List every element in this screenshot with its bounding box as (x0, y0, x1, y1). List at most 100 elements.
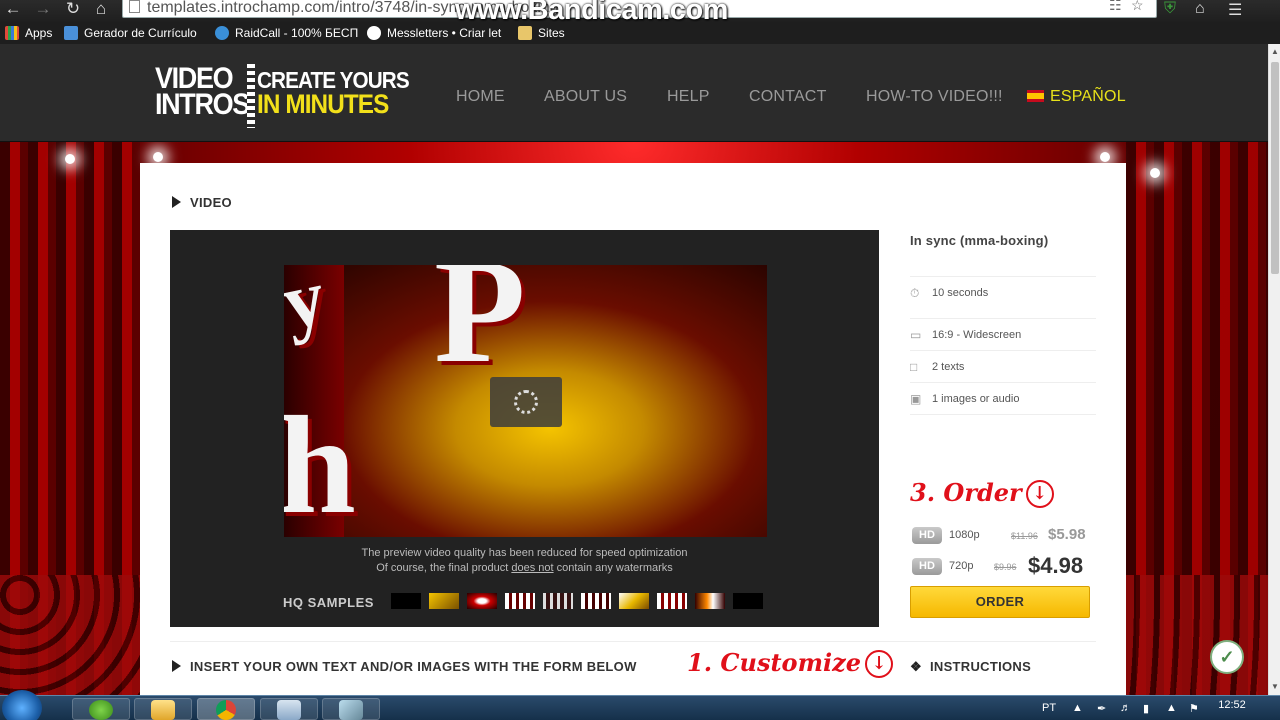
hq-sample-thumb[interactable] (467, 593, 497, 609)
stopwatch-icon: ⏱ (910, 286, 920, 300)
order-button[interactable]: ORDER (910, 586, 1090, 618)
video-frame[interactable]: P h y (284, 265, 767, 537)
logo[interactable]: VIDEO INTROS CREATE YOURS IN MINUTES (155, 62, 410, 128)
nav-espanol[interactable]: ESPAÑOL (1027, 88, 1126, 106)
spec-divider (910, 414, 1096, 415)
price-720p[interactable]: HD 720p $9.96 $4.98 (910, 553, 1110, 578)
spinner-icon (514, 390, 538, 414)
taskbar-app[interactable] (322, 698, 380, 720)
clock[interactable]: 12:52 (1212, 699, 1252, 711)
language-indicator[interactable]: PT (1042, 702, 1056, 714)
sparkle (1150, 168, 1160, 178)
scroll-up-icon[interactable]: ▲ (1271, 47, 1279, 56)
spec-texts: □ 2 texts (910, 350, 1096, 382)
page-icon (129, 0, 140, 13)
hq-samples-label: HQ SAMPLES (283, 595, 374, 610)
bookmark-sites[interactable]: Sites (518, 25, 565, 41)
apps-grid-icon (5, 26, 19, 40)
order-annotation: 3. Order ↓ (910, 478, 1054, 508)
bookmark-star-icon[interactable]: ☆ (1131, 0, 1144, 14)
chrome-icon (216, 700, 236, 720)
hq-sample-thumb[interactable] (543, 593, 573, 609)
new-price: $5.98 (1048, 526, 1086, 543)
play-triangle-icon (172, 660, 181, 672)
raidcall-icon (215, 26, 229, 40)
hq-sample-thumb[interactable] (695, 593, 725, 609)
new-price: $4.98 (1028, 553, 1084, 578)
puzzle-icon: ❖ (910, 659, 922, 674)
sparkle (1100, 152, 1110, 162)
preview-quality-note: The preview video quality has been reduc… (361, 547, 688, 559)
insert-section-toggle[interactable]: INSERT YOUR OWN TEXT AND/OR IMAGES WITH … (172, 659, 637, 674)
speech-bubble-icon: □ (910, 360, 918, 374)
pen-tray-icon[interactable]: ✒ (1097, 702, 1106, 715)
hd-badge: HD (912, 527, 942, 544)
bookmark-apps[interactable]: Apps (5, 25, 52, 41)
bookmark-gerador[interactable]: Gerador de Currículo (64, 25, 197, 41)
volume-icon[interactable]: ♬ (1120, 702, 1131, 714)
nav-home[interactable]: HOME (456, 88, 505, 106)
network-icon[interactable]: ▮ (1143, 702, 1149, 715)
bookmarks-bar: Apps Gerador de Currículo RaidCall - 100… (0, 22, 1280, 44)
page-scrollbar[interactable]: ▲ ▼ (1268, 44, 1280, 695)
translate-icon[interactable]: ☷ (1109, 0, 1122, 14)
google-icon (367, 26, 381, 40)
site-header: VIDEO INTROS CREATE YOURS IN MINUTES HOME… (0, 44, 1268, 142)
reload-icon[interactable]: ↻ (62, 0, 84, 20)
flag-tray-icon[interactable]: ⚑ (1189, 702, 1199, 715)
old-price: $9.96 (994, 562, 1017, 572)
hd-badge: HD (912, 558, 942, 575)
pen-icon (64, 26, 78, 40)
keyboard-icon (277, 700, 301, 720)
scroll-thumb[interactable] (1271, 62, 1279, 274)
power-icon[interactable]: ▲ (1166, 702, 1177, 714)
video-letter-h: h (284, 388, 356, 537)
spec-aspect: ▭ 16:9 - Widescreen (910, 318, 1096, 350)
taskbar-utorrent[interactable] (72, 698, 130, 720)
nav-contact[interactable]: CONTACT (749, 88, 827, 106)
utorrent-icon (89, 700, 113, 720)
forward-arrow-icon[interactable]: → (32, 0, 54, 20)
shield-extension-icon[interactable]: ⛨ (1164, 0, 1182, 18)
logo-right-text: CREATE YOURS IN MINUTES (257, 67, 410, 119)
hq-sample-thumb[interactable] (581, 593, 611, 609)
instructions-toggle[interactable]: ❖ INSTRUCTIONS (910, 659, 1031, 675)
nav-how-to-video[interactable]: HOW-TO VIDEO!!! (866, 88, 1003, 106)
spec-duration: ⏱ 10 seconds (910, 276, 1096, 308)
start-button[interactable] (2, 690, 42, 720)
monitor-icon: ▭ (910, 328, 922, 342)
logo-left-text: VIDEO INTROS (155, 62, 250, 121)
bookmark-messletters[interactable]: Messletters • Criar let (367, 25, 501, 41)
app-icon (339, 700, 363, 720)
home-extension-icon[interactable]: ⌂ (1195, 0, 1213, 18)
menu-icon[interactable]: ☰ (1228, 0, 1246, 19)
down-arrow-circle-icon: ↓ (864, 650, 893, 678)
nav-help[interactable]: HELP (667, 88, 710, 106)
hq-sample-thumb[interactable] (505, 593, 535, 609)
shield-check-icon[interactable]: ✓ (1210, 640, 1244, 674)
home-icon[interactable]: ⌂ (90, 0, 112, 20)
taskbar-chrome[interactable] (197, 698, 255, 720)
taskbar-keyboard[interactable] (260, 698, 318, 720)
main-content: VIDEO P h y The preview video quality ha… (140, 163, 1126, 695)
nav-about-us[interactable]: ABOUT US (544, 88, 627, 106)
film-strip-icon (247, 64, 255, 128)
back-arrow-icon[interactable]: ← (2, 0, 24, 20)
browser-toolbar: ← → ↻ ⌂ templates.introchamp.com/intro/3… (0, 0, 1280, 26)
hq-sample-thumb[interactable] (391, 593, 421, 609)
price-1080p[interactable]: HD 1080p $11.96 $5.98 (910, 525, 1110, 547)
play-triangle-icon (172, 196, 181, 208)
bookmark-raidcall[interactable]: RaidCall - 100% БЕСП (215, 25, 358, 41)
tray-expand-icon[interactable]: ▲ (1072, 702, 1083, 714)
does-not-link[interactable]: does not (511, 562, 553, 574)
scroll-down-icon[interactable]: ▼ (1271, 682, 1279, 691)
taskbar-explorer[interactable] (134, 698, 192, 720)
loading-spinner (490, 377, 562, 427)
hq-sample-thumb[interactable] (733, 593, 763, 609)
video-section-toggle[interactable]: VIDEO (172, 195, 232, 210)
hq-sample-thumb[interactable] (619, 593, 649, 609)
video-player[interactable]: P h y The preview video quality has been… (170, 230, 879, 627)
hq-sample-thumb[interactable] (429, 593, 459, 609)
hq-sample-thumb[interactable] (657, 593, 687, 609)
sparkle (65, 154, 75, 164)
